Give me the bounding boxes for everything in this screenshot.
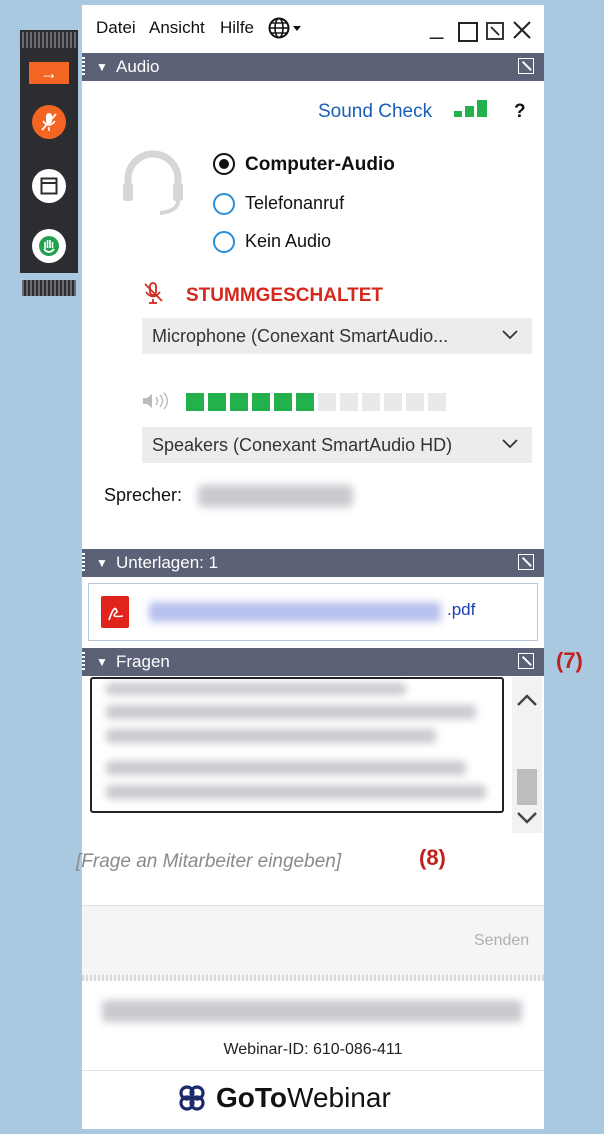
level-segment <box>340 393 358 411</box>
muted-mic-icon <box>32 105 66 139</box>
microphone-select[interactable]: Microphone (Conexant SmartAudio... <box>142 318 532 354</box>
webinar-title-redacted <box>102 1000 522 1022</box>
handout-filename-redacted <box>149 602 441 622</box>
blurred-line <box>106 761 466 775</box>
annotation-8: (8) <box>419 845 446 870</box>
radio-phone[interactable] <box>213 193 235 215</box>
question-compose-area[interactable]: Senden <box>82 905 544 976</box>
level-segment <box>428 393 446 411</box>
speaker-volume-icon <box>142 391 174 416</box>
scroll-down-icon[interactable] <box>516 811 538 830</box>
radio-no-audio[interactable] <box>213 231 235 253</box>
resize-grip[interactable] <box>82 975 544 981</box>
radio-computer-audio[interactable] <box>213 153 235 175</box>
level-segment <box>362 393 380 411</box>
handout-file-ext: .pdf <box>447 600 476 619</box>
handout-file-row[interactable]: .pdf <box>88 583 538 641</box>
raise-hand-icon <box>32 229 66 263</box>
signal-strength-icon <box>454 99 494 124</box>
muted-mic-icon <box>142 281 164 310</box>
collapse-arrow-icon[interactable]: → <box>29 62 69 84</box>
audio-panel-title: Audio <box>116 57 160 76</box>
maximize-button[interactable] <box>458 22 478 42</box>
level-segment <box>186 393 204 411</box>
menu-file[interactable]: Datei <box>96 18 136 38</box>
level-segment <box>406 393 424 411</box>
level-segment <box>230 393 248 411</box>
gotowebinar-logo-icon <box>176 1082 208 1119</box>
level-segment <box>252 393 270 411</box>
language-globe-icon[interactable] <box>268 17 304 44</box>
toolbar-grip-bottom[interactable] <box>22 280 76 296</box>
option-computer-audio-label: Computer-Audio <box>245 154 395 175</box>
menu-bar: Datei Ansicht Hilfe _ <box>82 5 544 53</box>
collapse-triangle-icon[interactable]: ▼ <box>96 549 108 577</box>
level-segment <box>296 393 314 411</box>
speaker-name-redacted <box>198 485 353 507</box>
audio-panel-header[interactable]: ▼ Audio <box>82 53 544 81</box>
chevron-down-icon <box>502 427 518 463</box>
microphone-value: Microphone (Conexant SmartAudio... <box>152 326 449 346</box>
popout-icon[interactable] <box>518 554 534 570</box>
scroll-up-icon[interactable] <box>516 693 538 712</box>
question-input[interactable]: [Frage an Mitarbeiter eingeben] <box>76 851 341 873</box>
pdf-file-icon <box>101 596 129 628</box>
level-segment <box>318 393 336 411</box>
level-segment <box>274 393 292 411</box>
blurred-line <box>106 705 476 719</box>
collapse-triangle-icon[interactable]: ▼ <box>96 53 108 81</box>
chevron-down-icon <box>502 318 518 354</box>
option-no-audio-label: Kein Audio <box>245 231 332 251</box>
mic-mute-button[interactable] <box>25 102 73 142</box>
scroll-thumb[interactable] <box>517 769 537 805</box>
speakers-value: Speakers (Conexant SmartAudio HD) <box>152 435 453 455</box>
handouts-panel-header[interactable]: ▼ Unterlagen: 1 <box>82 549 544 577</box>
muted-status: STUMMGESCHALTET <box>186 285 384 306</box>
minimize-button[interactable]: _ <box>430 15 443 39</box>
window-icon <box>32 169 66 203</box>
level-segment <box>208 393 226 411</box>
popout-icon[interactable] <box>518 58 534 74</box>
headset-icon <box>120 145 186 222</box>
handouts-panel-title: Unterlagen: 1 <box>116 553 219 572</box>
speaker-label: Sprecher: <box>104 485 183 505</box>
blurred-line <box>106 683 406 695</box>
send-button[interactable]: Senden <box>474 932 529 950</box>
popout-icon[interactable] <box>518 653 534 669</box>
control-panel-window: Datei Ansicht Hilfe _ ▼ Audio Sound Chec… <box>76 5 544 1129</box>
sound-check-link[interactable]: Sound Check <box>318 101 432 123</box>
blurred-line <box>106 785 486 799</box>
collapse-triangle-icon[interactable]: ▼ <box>96 648 108 676</box>
brand-logo-text: GoToWebinar <box>216 1082 391 1114</box>
brand-light: Webinar <box>287 1082 391 1113</box>
questions-log[interactable] <box>90 677 504 813</box>
toolbar-grip-top[interactable] <box>22 32 76 48</box>
blurred-line <box>106 729 436 743</box>
help-question[interactable]: ? <box>514 101 526 123</box>
option-phone-label: Telefonanruf <box>245 193 345 213</box>
questions-panel-header[interactable]: ▼ Fragen <box>82 648 544 676</box>
questions-scrollbar[interactable] <box>512 677 542 833</box>
annotation-7: (7) <box>556 648 583 673</box>
raise-hand-button[interactable] <box>25 226 73 266</box>
menu-view[interactable]: Ansicht <box>149 18 205 38</box>
questions-panel-title: Fragen <box>116 652 170 671</box>
level-segment <box>384 393 402 411</box>
close-icon[interactable] <box>512 20 532 45</box>
speakers-select[interactable]: Speakers (Conexant SmartAudio HD) <box>142 427 532 463</box>
popout-button[interactable] <box>486 22 504 45</box>
brand-bold: GoTo <box>216 1082 288 1113</box>
menu-help[interactable]: Hilfe <box>220 18 254 38</box>
side-toolbar: → <box>20 30 78 296</box>
window-layout-button[interactable] <box>25 166 73 206</box>
webinar-id: Webinar-ID: 610-086-411 <box>223 1041 403 1058</box>
